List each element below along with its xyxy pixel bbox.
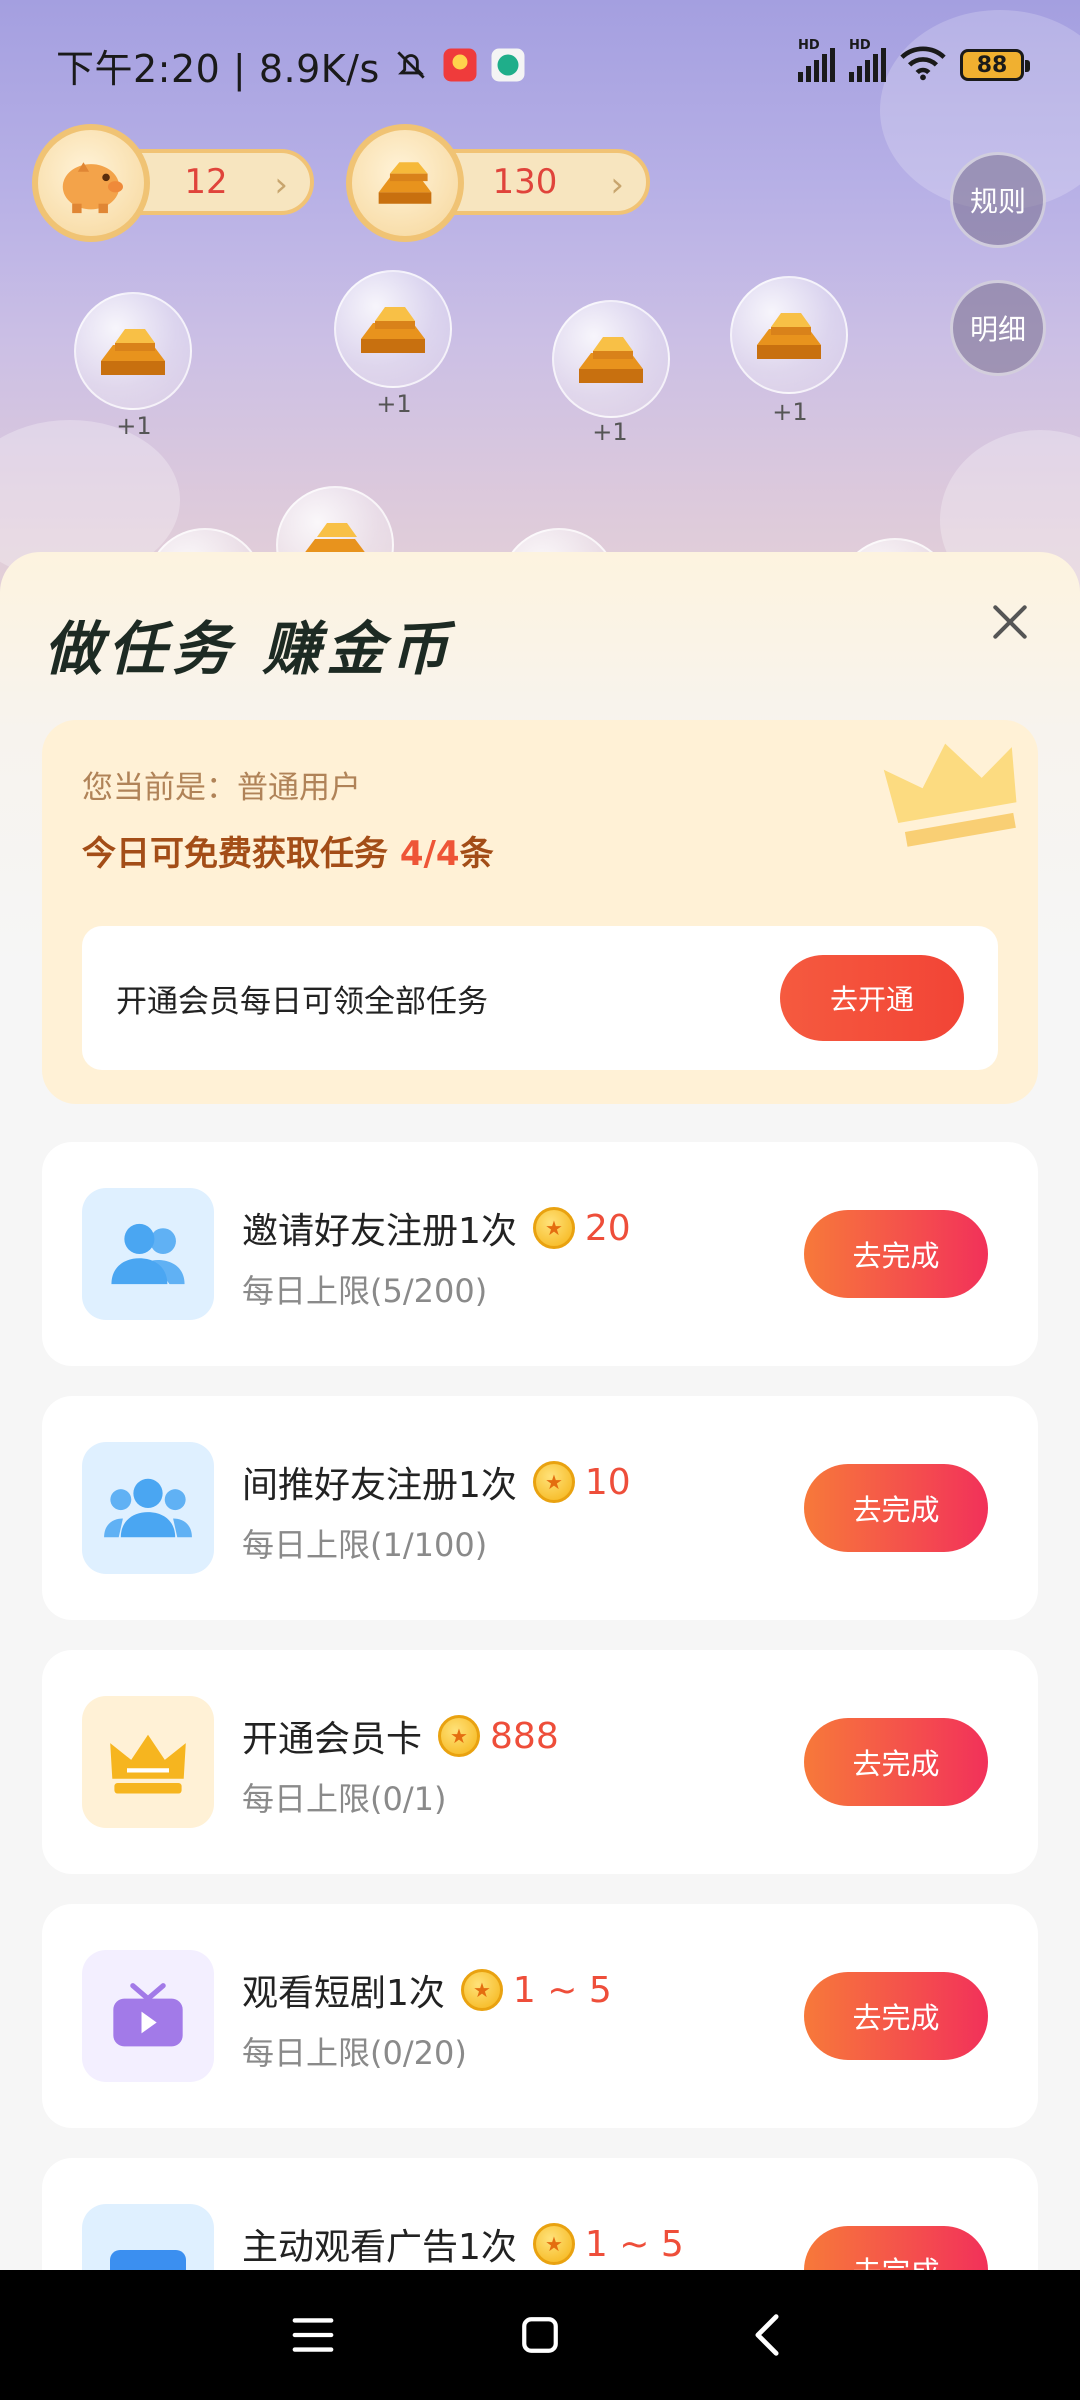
gold-bubble[interactable] — [334, 270, 452, 388]
status-bar: 下午2:20 | 8.9K/s HD HD 88 — [0, 0, 1080, 130]
piggy-bank-icon — [32, 124, 150, 242]
coin-icon: ★ — [532, 1461, 575, 1503]
ad-icon: AD — [82, 2204, 214, 2272]
task-card: AD 主动观看广告1次 ★ 1 ~ 5 去完成 — [42, 2158, 1038, 2272]
task-limit: 每日上限(1/100) — [242, 1526, 488, 1564]
task-reward: 1 ~ 5 — [512, 1969, 612, 2011]
mute-bell-icon — [392, 46, 430, 84]
quota-value: 4/4 — [399, 834, 460, 874]
battery-indicator: 88 — [960, 49, 1030, 81]
complete-task-button[interactable]: 去完成 — [804, 1718, 988, 1806]
details-button[interactable]: 明细 — [950, 280, 1046, 376]
task-title: 邀请好友注册1次 ★ 20 — [242, 1207, 631, 1252]
bubble-reward-label: +1 — [376, 390, 412, 418]
gold-bar-icon — [101, 329, 165, 375]
gold-bar-icon — [579, 337, 643, 383]
task-reward: 1 ~ 5 — [584, 2223, 684, 2265]
system-nav-bar — [0, 2270, 1080, 2400]
signal-icon: HD — [798, 38, 835, 82]
piggy-count: 12 — [184, 162, 228, 202]
tv-icon — [82, 1950, 214, 2082]
task-limit: 每日上限(0/20) — [242, 2034, 467, 2072]
wifi-icon — [900, 45, 946, 85]
signal-icon: HD — [849, 38, 886, 82]
crown-icon — [82, 1696, 214, 1828]
status-time: 下午2:20 | 8.9K/s — [56, 46, 380, 91]
users-icon — [82, 1188, 214, 1320]
gold-bar-icon — [346, 124, 464, 242]
coin-icon: ★ — [438, 1715, 481, 1757]
complete-task-button[interactable]: 去完成 — [804, 1972, 988, 2060]
task-reward: 20 — [584, 1207, 631, 1249]
task-card: 邀请好友注册1次 ★ 20 每日上限(5/200) 去完成 — [42, 1142, 1038, 1366]
menu-button[interactable] — [283, 2305, 343, 2365]
member-card: 您当前是：普通用户 今日可免费获取任务 4/4条 开通会员每日可领全部任务 去开… — [42, 720, 1038, 1104]
member-status-text: 您当前是：普通用户 — [82, 770, 361, 806]
task-card: 间推好友注册1次 ★ 10 每日上限(1/100) 去完成 — [42, 1396, 1038, 1620]
app-notification-icon — [490, 47, 526, 83]
open-membership-button[interactable]: 去开通 — [780, 955, 964, 1041]
member-quota-text: 今日可免费获取任务 4/4条 — [82, 834, 494, 874]
task-limit: 每日上限(0/1) — [242, 1780, 447, 1818]
gold-bar-icon — [757, 313, 821, 359]
gold-count: 130 — [492, 162, 558, 202]
task-title: 主动观看广告1次 ★ 1 ~ 5 — [242, 2223, 684, 2268]
rules-button[interactable]: 规则 — [950, 152, 1046, 248]
crown-decoration-icon — [878, 728, 1028, 852]
bubble-reward-label: +1 — [592, 418, 628, 446]
complete-task-button[interactable]: 去完成 — [804, 1464, 988, 1552]
back-arrow-icon — [755, 2314, 779, 2356]
complete-task-button[interactable]: 去完成 — [804, 2226, 988, 2272]
chevron-right-icon: › — [274, 165, 288, 205]
sheet-title: 做任务 赚金币 — [44, 615, 455, 683]
task-limit: 每日上限(5/200) — [242, 1272, 488, 1310]
gold-bubble[interactable] — [74, 292, 192, 410]
task-card: 开通会员卡 ★ 888 每日上限(0/1) 去完成 — [42, 1650, 1038, 1874]
coin-icon: ★ — [460, 1969, 503, 2011]
task-card: 观看短剧1次 ★ 1 ~ 5 每日上限(0/20) 去完成 — [42, 1904, 1038, 2128]
gold-bubble[interactable] — [552, 300, 670, 418]
coin-icon: ★ — [532, 2223, 575, 2265]
member-promo-row: 开通会员每日可领全部任务 去开通 — [82, 926, 998, 1070]
app-notification-icon — [442, 47, 478, 83]
task-title: 开通会员卡 ★ 888 — [242, 1715, 559, 1760]
back-button[interactable] — [737, 2305, 797, 2365]
member-promo-text: 开通会员每日可领全部任务 — [116, 983, 488, 1020]
chevron-right-icon: › — [610, 165, 624, 205]
task-sheet: 做任务 赚金币 您当前是：普通用户 今日可免费获取任务 4/4条 开通会员每日可… — [0, 552, 1080, 2272]
task-title: 观看短剧1次 ★ 1 ~ 5 — [242, 1969, 612, 2014]
task-reward: 10 — [584, 1461, 631, 1503]
gold-bubble[interactable] — [730, 276, 848, 394]
complete-task-button[interactable]: 去完成 — [804, 1210, 988, 1298]
coin-icon: ★ — [532, 1207, 575, 1249]
task-title: 间推好友注册1次 ★ 10 — [242, 1461, 631, 1506]
game-area: 下午2:20 | 8.9K/s HD HD 88 12 › 130 › 规则 明… — [0, 0, 1080, 620]
group-icon — [82, 1442, 214, 1574]
home-square-icon — [522, 2317, 558, 2353]
close-icon — [993, 605, 1027, 639]
menu-icon — [292, 2318, 334, 2352]
task-reward: 888 — [490, 1715, 559, 1757]
bubble-reward-label: +1 — [116, 412, 152, 440]
gold-bar-icon — [361, 307, 425, 353]
close-button[interactable] — [988, 600, 1032, 644]
home-button[interactable] — [510, 2305, 570, 2365]
bubble-reward-label: +1 — [772, 398, 808, 426]
